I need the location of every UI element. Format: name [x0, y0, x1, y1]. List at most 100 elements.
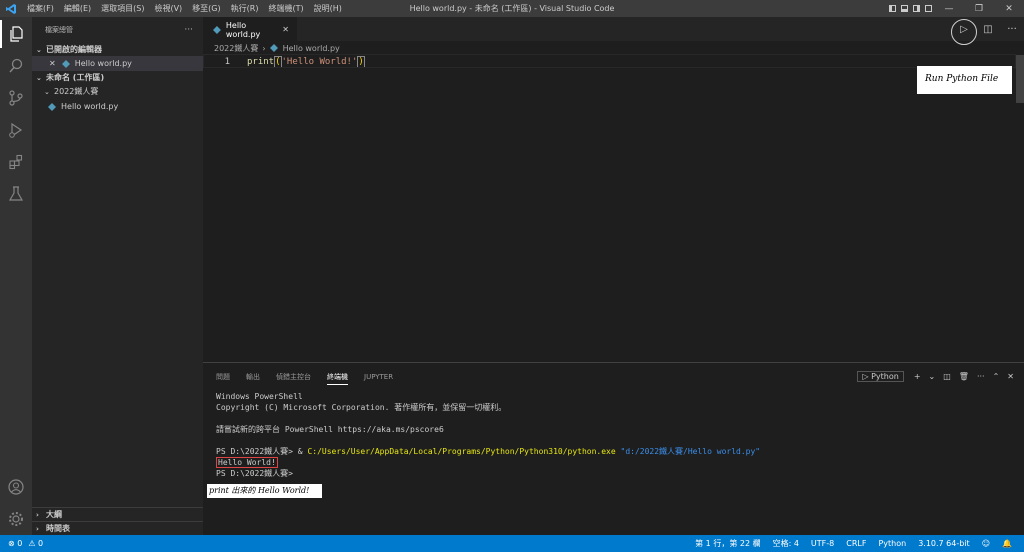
- trash-icon[interactable]: 🗑: [959, 372, 969, 381]
- chevron-right-icon: ›: [36, 524, 39, 533]
- close-window-button[interactable]: ✕: [994, 0, 1024, 17]
- split-editor-icon[interactable]: ◫: [976, 17, 1000, 41]
- status-encoding[interactable]: UTF-8: [811, 539, 834, 548]
- menu-file[interactable]: 檔案(F): [22, 0, 59, 17]
- split-terminal-icon[interactable]: ◫: [943, 372, 951, 381]
- toggle-secondary-sidebar-icon[interactable]: [910, 0, 922, 17]
- panel-more-icon[interactable]: ···: [977, 372, 985, 381]
- terminal-script-arg: "d:/2022鐵人賽/Hello world.py": [620, 447, 761, 456]
- menu-terminal[interactable]: 終端機(T): [263, 0, 308, 17]
- explorer-header: 檔案總管 ···: [32, 17, 203, 43]
- workspace-label: 未命名 (工作區): [46, 73, 105, 82]
- search-icon[interactable]: [0, 52, 32, 80]
- maximize-panel-icon[interactable]: ⌃: [993, 372, 1000, 381]
- status-indent[interactable]: 空格: 4: [773, 538, 799, 549]
- tab-problems[interactable]: 問題: [216, 370, 230, 384]
- python-file-icon: [269, 44, 278, 52]
- run-python-file-icon[interactable]: ▷: [952, 17, 976, 41]
- run-python-file-annotation: Run Python File: [917, 66, 1012, 94]
- restore-button[interactable]: ❐: [964, 0, 994, 17]
- breadcrumb: 2022鐵人賽 › Hello world.py: [203, 41, 1024, 55]
- program-output: Hello World!: [216, 457, 278, 468]
- status-left: ⊗ 0 ⚠ 0: [0, 539, 43, 548]
- current-line-highlight: [203, 54, 1016, 68]
- tab-debug-console[interactable]: 偵錯主控台: [276, 370, 311, 384]
- editor-scrollbar[interactable]: [1016, 55, 1024, 103]
- terminal-exe-path: C:/Users/User/AppData/Local/Programs/Pyt…: [307, 447, 616, 456]
- terminal-command-line: PS D:\2022鐵人賽> & C:/Users/User/AppData/L…: [216, 446, 1024, 457]
- menu-edit[interactable]: 編輯(E): [59, 0, 96, 17]
- editor-actions: ▷ ◫ ···: [952, 17, 1024, 41]
- terminal-dropdown-icon[interactable]: ⌄: [929, 372, 936, 381]
- breadcrumb-folder[interactable]: 2022鐵人賽: [214, 43, 258, 54]
- status-errors[interactable]: ⊗ 0: [8, 539, 22, 548]
- toggle-sidebar-icon[interactable]: [886, 0, 898, 17]
- outline-section[interactable]: › 大綱: [32, 507, 203, 521]
- breadcrumb-file[interactable]: Hello world.py: [283, 44, 340, 53]
- menu-go[interactable]: 移至(G): [187, 0, 225, 17]
- run-debug-icon[interactable]: [0, 116, 32, 144]
- outline-label: 大綱: [46, 510, 62, 519]
- window-controls: — ❐ ✕: [886, 0, 1024, 17]
- explorer-title: 檔案總管: [45, 26, 73, 34]
- status-eol[interactable]: CRLF: [846, 539, 866, 548]
- status-language[interactable]: Python: [878, 539, 906, 548]
- source-control-icon[interactable]: [0, 84, 32, 112]
- terminal-icon: ▷: [862, 371, 872, 381]
- close-panel-icon[interactable]: ✕: [1007, 372, 1014, 381]
- open-editor-filename: Hello world.py: [74, 59, 132, 68]
- tab-terminal[interactable]: 終端機: [327, 370, 348, 385]
- menu-bar: 檔案(F) 編輯(E) 選取項目(S) 檢視(V) 移至(G) 執行(R) 終端…: [22, 0, 347, 17]
- toggle-panel-icon[interactable]: [898, 0, 910, 17]
- status-warnings[interactable]: ⚠ 0: [28, 539, 43, 548]
- status-interpreter[interactable]: 3.10.7 64-bit: [918, 539, 970, 548]
- menu-run[interactable]: 執行(R): [226, 0, 264, 17]
- activity-bar: [0, 17, 32, 535]
- tab-hello-world[interactable]: Hello world.py ✕: [203, 17, 297, 41]
- terminal-line: Copyright (C) Microsoft Corporation. 著作權…: [216, 403, 507, 412]
- tab-output[interactable]: 輸出: [246, 370, 260, 384]
- files-icon[interactable]: [0, 20, 32, 48]
- terminal-line: 請嘗試新的跨平台 PowerShell https://aka.ms/pscor…: [216, 425, 444, 434]
- status-bar: ⊗ 0 ⚠ 0 第 1 行，第 22 欄 空格: 4 UTF-8 CRLF Py…: [0, 535, 1024, 552]
- close-tab-icon[interactable]: ✕: [282, 25, 289, 34]
- timeline-section[interactable]: › 時間表: [32, 521, 203, 535]
- shell-name: Python: [871, 371, 899, 381]
- menu-selection[interactable]: 選取項目(S): [96, 0, 149, 17]
- chevron-down-icon: ⌄: [36, 45, 42, 54]
- terminal-output[interactable]: Windows PowerShell Copyright (C) Microso…: [203, 391, 1024, 479]
- minimize-button[interactable]: —: [934, 0, 964, 17]
- python-file-icon: [61, 59, 70, 68]
- file-item[interactable]: Hello world.py: [32, 99, 203, 114]
- chevron-right-icon: ›: [36, 510, 39, 519]
- timeline-label: 時間表: [46, 524, 70, 533]
- more-actions-icon[interactable]: ···: [1000, 17, 1024, 41]
- add-terminal-icon[interactable]: +: [914, 372, 921, 381]
- title-bar: 檔案(F) 編輯(E) 選取項目(S) 檢視(V) 移至(G) 執行(R) 終端…: [0, 0, 1024, 17]
- sidebar-bottom-sections: › 大綱 › 時間表: [32, 507, 203, 535]
- vscode-window: 檔案(F) 編輯(E) 選取項目(S) 檢視(V) 移至(G) 執行(R) 終端…: [0, 0, 1024, 552]
- extensions-icon[interactable]: [0, 148, 32, 176]
- feedback-icon[interactable]: ☺: [982, 539, 990, 548]
- close-editor-icon[interactable]: ✕: [49, 59, 56, 68]
- open-editors-section[interactable]: ⌄ 已開啟的編輯器: [32, 43, 203, 56]
- menu-help[interactable]: 說明(H): [309, 0, 347, 17]
- workspace-section[interactable]: ⌄ 未命名 (工作區): [32, 71, 203, 84]
- terminal-prompt: PS D:\2022鐵人賽>: [216, 447, 298, 456]
- menu-view[interactable]: 檢視(V): [149, 0, 187, 17]
- gear-icon[interactable]: [0, 505, 32, 533]
- open-editor-item[interactable]: ✕ Hello world.py: [32, 56, 203, 71]
- editor-area: Hello world.py ✕ ▷ ◫ ··· 2022鐵人賽 › Hello…: [203, 17, 1024, 362]
- folder-item[interactable]: ⌄ 2022鐵人賽: [32, 84, 203, 99]
- terminal-shell-selector[interactable]: ▷ Python: [857, 370, 904, 382]
- customize-layout-icon[interactable]: [922, 0, 934, 17]
- tab-jupyter[interactable]: JUPYTER: [364, 371, 393, 383]
- testing-icon[interactable]: [0, 180, 32, 208]
- status-position[interactable]: 第 1 行，第 22 欄: [695, 538, 760, 549]
- account-icon[interactable]: [0, 473, 32, 501]
- annotation-text: Run Python File: [925, 74, 999, 84]
- terminal-line: PS D:\2022鐵人賽>: [216, 469, 293, 478]
- notifications-icon[interactable]: 🔔: [1002, 539, 1012, 548]
- explorer-more-icon[interactable]: ···: [184, 25, 193, 35]
